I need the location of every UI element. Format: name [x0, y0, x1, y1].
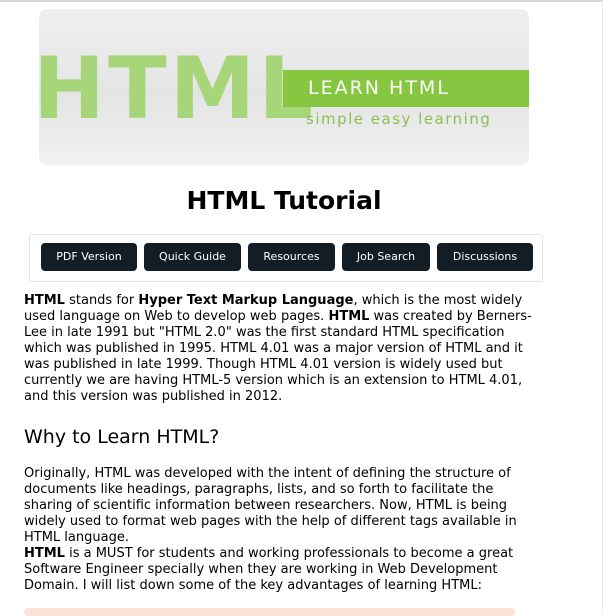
quick-guide-button[interactable]: Quick Guide [144, 243, 241, 271]
must-text: is a MUST for students and working profe… [24, 546, 514, 593]
why-paragraph: Originally, HTML was developed with the … [24, 466, 517, 545]
discussions-button[interactable]: Discussions [437, 243, 533, 271]
learn-html-banner: HTML LEARN HTML simple easy learning [39, 9, 529, 165]
banner-tagline: simple easy learning [306, 110, 492, 128]
advantages-callout-box [24, 608, 515, 616]
intro-text-1: stands for [64, 293, 139, 308]
job-search-button[interactable]: Job Search [342, 243, 430, 271]
intro-bold-html-2: HTML [328, 309, 370, 324]
tutorial-button-bar: PDF Version Quick Guide Resources Job Se… [29, 234, 543, 282]
window-top-border [0, 0, 603, 2]
resources-button[interactable]: Resources [248, 243, 335, 271]
banner-logo-text: HTML [39, 39, 317, 139]
intro-bold-acronym: Hyper Text Markup Language [138, 293, 354, 308]
page-title: HTML Tutorial [186, 186, 382, 215]
why-learn-heading: Why to Learn HTML? [24, 426, 220, 448]
banner-learn-text: LEARN HTML [308, 77, 450, 99]
intro-paragraph: HTML stands for Hyper Text Markup Langua… [24, 293, 544, 405]
pdf-version-button[interactable]: PDF Version [41, 243, 137, 271]
intro-bold-html: HTML [24, 293, 65, 308]
must-bold-html: HTML [24, 546, 65, 561]
must-paragraph: HTML is a MUST for students and working … [24, 546, 544, 594]
